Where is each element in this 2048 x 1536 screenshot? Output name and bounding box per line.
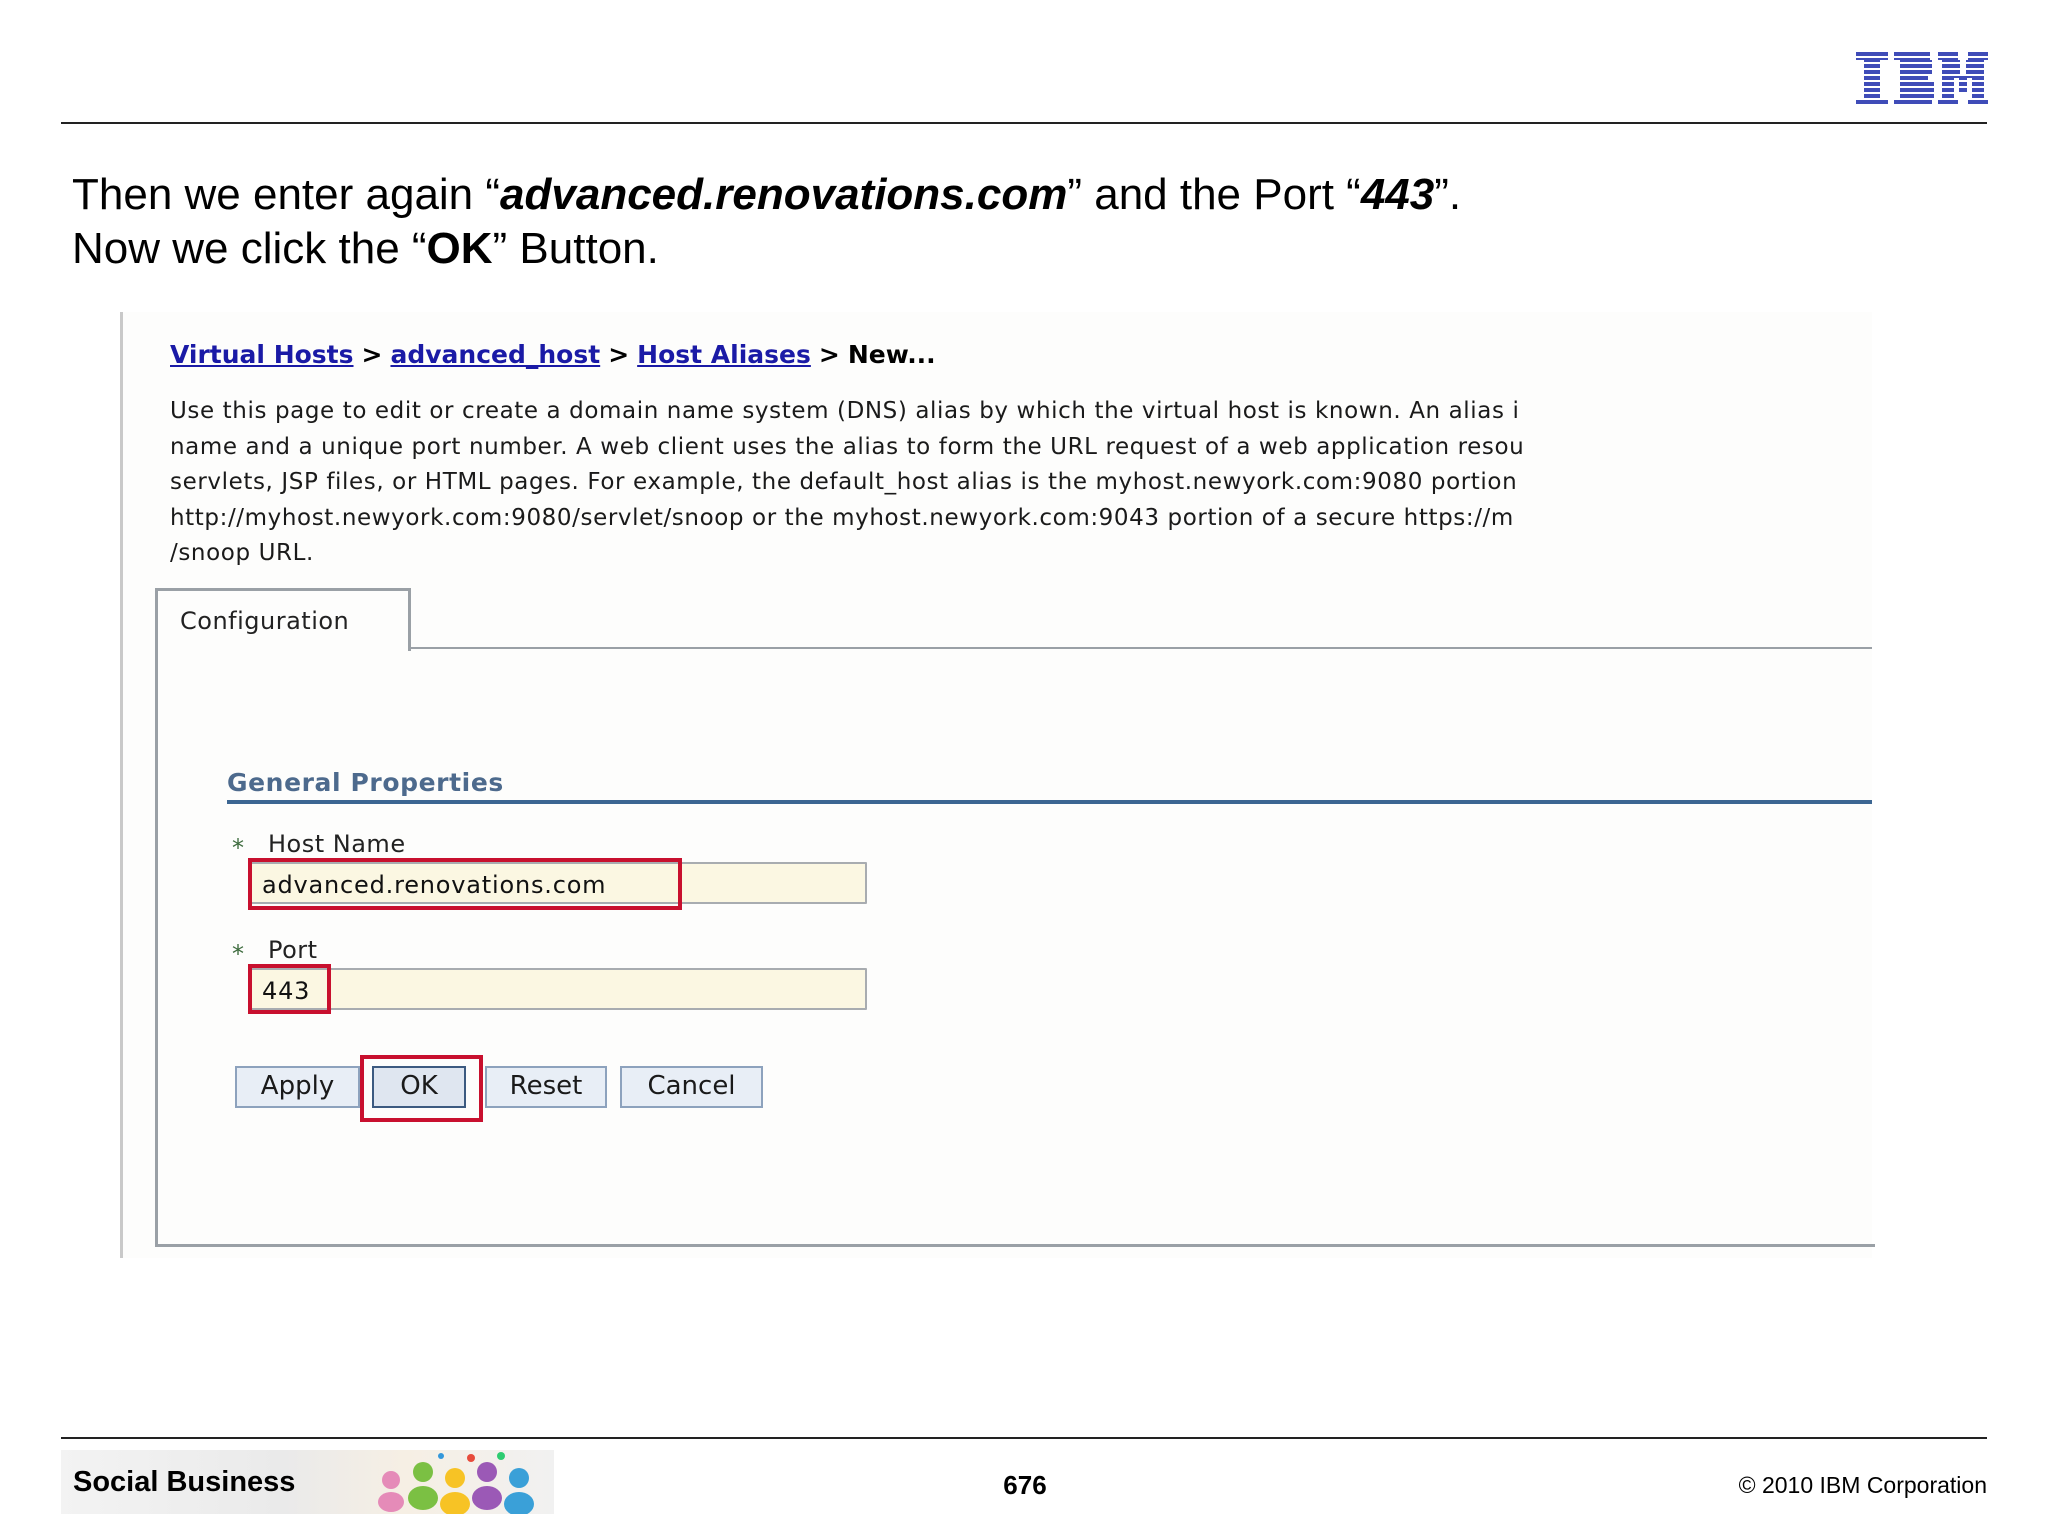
instruction-line-1: Then we enter again “advanced.renovation…	[72, 170, 1462, 219]
copyright: © 2010 IBM Corporation	[1738, 1472, 1987, 1498]
breadcrumb-separator: >	[361, 340, 383, 369]
apply-button[interactable]: Apply	[235, 1066, 360, 1108]
slide-instructions: Then we enter again “advanced.renovation…	[72, 168, 1461, 276]
cancel-button[interactable]: Cancel	[620, 1066, 763, 1108]
breadcrumb-separator: >	[818, 340, 840, 369]
host-name-highlight	[248, 858, 682, 910]
tab-strip-line	[410, 647, 1872, 649]
breadcrumb-virtual-hosts-link[interactable]: Virtual Hosts	[170, 340, 354, 369]
configuration-panel	[155, 648, 1875, 1247]
page-number: 676	[1003, 1470, 1047, 1500]
description-line: http://myhost.newyork.com:9080/servlet/s…	[170, 504, 1514, 531]
people-illustration-icon	[378, 1452, 534, 1514]
ok-button-highlight	[360, 1055, 483, 1122]
instruction-host-emphasis: advanced.renovations.com	[500, 170, 1068, 219]
breadcrumb: Virtual Hosts > advanced_host > Host Aliases…	[170, 340, 936, 369]
header-divider	[61, 122, 1987, 124]
port-input[interactable]: 443	[250, 968, 867, 1010]
general-properties-heading: General Properties	[227, 768, 504, 797]
breadcrumb-current: New...	[847, 340, 936, 369]
instruction-ok-emphasis: OK	[426, 224, 493, 273]
ibm-logo	[1856, 52, 1988, 106]
required-icon: *	[232, 940, 244, 968]
port-label: Port	[268, 936, 318, 964]
instruction-port-emphasis: 443	[1360, 170, 1435, 219]
breadcrumb-separator: >	[608, 340, 630, 369]
footer-divider	[61, 1437, 1987, 1439]
description-line: /snoop URL.	[170, 540, 314, 566]
tab-configuration-label: Configuration	[180, 607, 350, 635]
description-line: servlets, JSP files, or HTML pages. For …	[170, 469, 1518, 495]
screenshot-edge	[120, 312, 123, 1258]
admin-console-screenshot: Virtual Hosts > advanced_host > Host Aliases…	[120, 312, 1875, 1258]
host-name-label: Host Name	[268, 830, 406, 858]
social-business-banner: Social Business	[61, 1450, 554, 1514]
instruction-line-2: Now we click the “OK” Button.	[72, 224, 659, 273]
required-icon: *	[232, 834, 244, 862]
description-line: name and a unique port number. A web cli…	[170, 433, 1525, 460]
page-description: Use this page to edit or create a domain…	[170, 394, 1870, 572]
reset-button[interactable]: Reset	[485, 1066, 607, 1108]
breadcrumb-advanced-host-link[interactable]: advanced_host	[390, 340, 600, 369]
tab-configuration[interactable]: Configuration	[155, 588, 411, 651]
port-highlight	[248, 964, 331, 1014]
breadcrumb-host-aliases-link[interactable]: Host Aliases	[637, 340, 811, 369]
section-divider	[227, 800, 1872, 804]
description-line: Use this page to edit or create a domain…	[170, 398, 1520, 424]
banner-label: Social Business	[73, 1466, 296, 1498]
